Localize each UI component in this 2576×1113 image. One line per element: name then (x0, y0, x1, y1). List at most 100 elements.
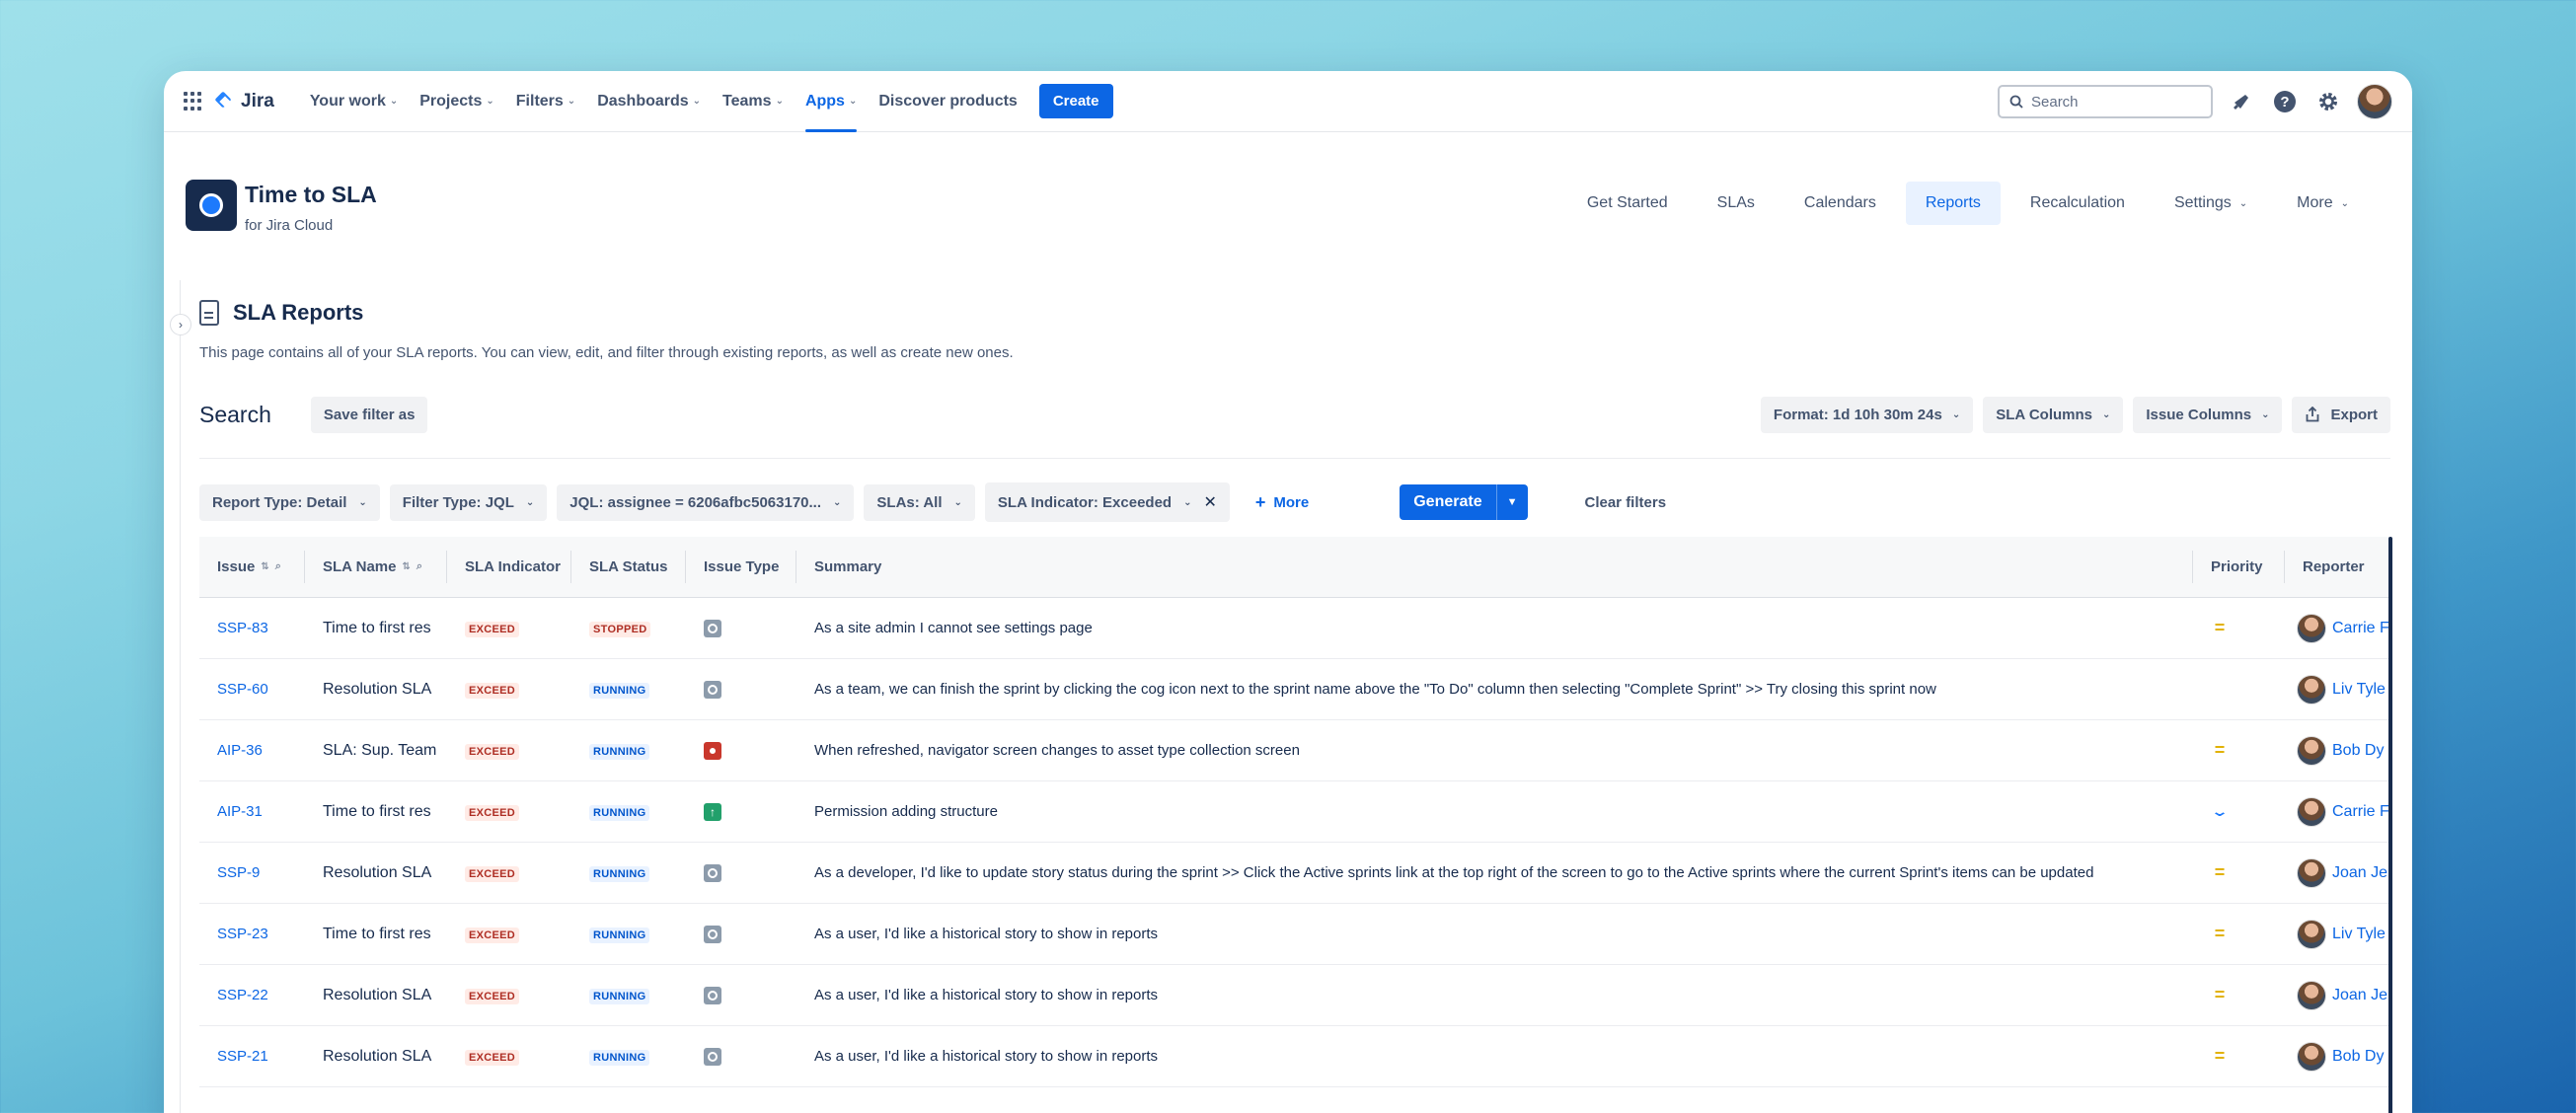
issue-columns-label: Issue Columns (2146, 406, 2252, 423)
table-row[interactable]: SSP-83 Time to first res EXCEED STOPPED As a… (199, 598, 2390, 659)
sla-indicator-filter[interactable]: SLA Indicator: Exceeded ⌄ ✕ (984, 482, 1230, 522)
jql-label: JQL: assignee = 6206afbc5063170... (569, 493, 822, 511)
tab-more[interactable]: More ⌄ (2277, 182, 2369, 225)
issue-key-link[interactable]: SSP-22 (217, 987, 268, 1003)
tab-reports[interactable]: Reports (1905, 182, 2001, 225)
sort-icon[interactable]: ⇅ (402, 561, 410, 572)
jira-logo[interactable]: Jira (215, 91, 274, 112)
global-search-input[interactable]: Search (1998, 85, 2213, 118)
nav-item-dashboards[interactable]: Dashboards ⌄ (597, 71, 701, 132)
slas-filter[interactable]: SLAs: All ⌄ (864, 483, 975, 521)
reporter[interactable]: Bob Dy (2297, 735, 2390, 766)
issue-key-link[interactable]: SSP-21 (217, 1048, 268, 1065)
horizontal-scrollbar[interactable] (2388, 537, 2392, 1113)
column-header-issue[interactable]: Issue ⇅ ⌕ (199, 537, 305, 597)
sort-icon[interactable]: ⇅ (261, 561, 268, 572)
sla-columns-dropdown[interactable]: SLA Columns ⌄ (1983, 396, 2124, 433)
nav-item-filters[interactable]: Filters ⌄ (516, 71, 575, 132)
format-dropdown[interactable]: Format: 1d 10h 30m 24s ⌄ (1760, 396, 1974, 433)
search-icon[interactable]: ⌕ (275, 560, 281, 573)
sla-status-cell: RUNNING (571, 864, 686, 882)
app-switcher-icon[interactable] (184, 91, 203, 111)
issue-key-link[interactable]: SSP-83 (217, 620, 268, 636)
divider (199, 458, 2390, 459)
table-row[interactable]: SSP-22 Resolution SLA EXCEED RUNNING As a us… (199, 965, 2390, 1026)
task-icon (704, 925, 721, 943)
tab-calendars[interactable]: Calendars (1784, 182, 1896, 225)
reporter[interactable]: Bob Dy (2297, 1041, 2390, 1072)
chevron-down-icon: ⌄ (486, 96, 494, 107)
top-navigation: Jira Your work ⌄ Projects ⌄ Filters ⌄ Dashboar… (164, 71, 2412, 132)
table-row[interactable]: AIP-31 Time to first res EXCEED RUNNING ↑ Per… (199, 781, 2390, 843)
reporter[interactable]: Joan Je (2297, 980, 2390, 1010)
column-header-sla-name[interactable]: SLA Name ⇅ ⌕ (305, 537, 447, 597)
nav-item-apps[interactable]: Apps ⌄ (804, 71, 858, 132)
report-type-filter[interactable]: Report Type: Detail ⌄ (199, 483, 380, 521)
filter-type-filter[interactable]: Filter Type: JQL ⌄ (389, 483, 548, 521)
time-to-sla-logo-icon (186, 180, 237, 231)
expand-sidebar-button[interactable]: › (170, 314, 191, 335)
avatar (2297, 613, 2326, 643)
export-button[interactable]: Export (2292, 396, 2390, 433)
create-button[interactable]: Create (1038, 84, 1113, 118)
sla-name-cell: Resolution SLA (305, 681, 447, 699)
tab-settings[interactable]: Settings ⌄ (2155, 182, 2267, 225)
jql-filter[interactable]: JQL: assignee = 6206afbc5063170... ⌄ (557, 483, 855, 521)
save-filter-button[interactable]: Save filter as (310, 396, 428, 433)
generate-button[interactable]: Generate ▼ (1400, 484, 1528, 520)
sla-columns-label: SLA Columns (1996, 406, 2092, 423)
issue-key-link[interactable]: SSP-9 (217, 864, 260, 881)
nav-item-projects[interactable]: Projects ⌄ (419, 71, 494, 132)
reporter[interactable]: Carrie F (2297, 796, 2390, 827)
sla-status-cell: RUNNING (571, 681, 686, 699)
tab-get-started[interactable]: Get Started (1567, 182, 1688, 225)
priority-cell: = (2193, 1046, 2285, 1067)
summary-cell: Permission adding structure (796, 803, 2193, 820)
sla-name: SLA: Sup. Team (323, 741, 437, 759)
megaphone-icon[interactable] (2227, 87, 2256, 116)
table-row[interactable]: SSP-60 Resolution SLA EXCEED RUNNING As a te… (199, 659, 2390, 720)
reporter[interactable]: Liv Tyle (2297, 674, 2390, 705)
help-icon[interactable]: ? (2270, 87, 2300, 116)
priority-cell: = (2193, 740, 2285, 761)
reporter[interactable]: Carrie F (2297, 613, 2390, 643)
table-row[interactable]: SSP-9 Resolution SLA EXCEED RUNNING As a dev… (199, 843, 2390, 904)
chevron-down-icon[interactable]: ▼ (1495, 484, 1528, 520)
reporter-name: Bob Dy (2332, 1047, 2385, 1065)
chevron-down-icon: ⌄ (358, 496, 367, 508)
app-header: Time to SLA for Jira Cloud Get Started SL… (164, 132, 2412, 270)
chevron-down-icon: ⌄ (2340, 197, 2349, 209)
reporter[interactable]: Liv Tyle (2297, 919, 2390, 949)
tab-slas[interactable]: SLAs (1698, 182, 1775, 225)
reporter-name: Joan Je (2332, 986, 2388, 1003)
priority-cell: = (2193, 924, 2285, 944)
tab-recalculation[interactable]: Recalculation (2010, 182, 2145, 225)
issue-key-link[interactable]: AIP-36 (217, 742, 263, 759)
task-icon (704, 986, 721, 1004)
reporter[interactable]: Joan Je (2297, 857, 2390, 888)
table-row[interactable]: AIP-36 SLA: Sup. Team EXCEED RUNNING When re… (199, 720, 2390, 781)
user-avatar[interactable] (2357, 84, 2392, 119)
issue-key-link[interactable]: SSP-23 (217, 926, 268, 942)
task-icon (704, 1047, 721, 1066)
issue-key-link[interactable]: AIP-31 (217, 803, 263, 820)
sla-name: Resolution SLA (323, 680, 432, 698)
summary-cell: When refreshed, navigator screen changes… (796, 742, 2193, 759)
clear-filters-button[interactable]: Clear filters (1585, 494, 1667, 511)
export-label: Export (2330, 406, 2378, 423)
tab-label: More (2297, 194, 2333, 211)
nav-item-your-work[interactable]: Your work ⌄ (310, 71, 398, 132)
more-filters-button[interactable]: + More (1240, 492, 1325, 513)
nav-item-discover-products[interactable]: Discover products (878, 71, 1017, 132)
close-icon[interactable]: ✕ (1203, 492, 1216, 512)
gear-icon[interactable] (2313, 87, 2343, 116)
column-header-label: Priority (2211, 558, 2263, 575)
nav-right: Search ? (1998, 84, 2392, 119)
issue-key-link[interactable]: SSP-60 (217, 681, 268, 698)
nav-item-teams[interactable]: Teams ⌄ (722, 71, 784, 132)
table-row[interactable]: SSP-23 Time to first res EXCEED RUNNING As a… (199, 904, 2390, 965)
table-row[interactable]: SSP-21 Resolution SLA EXCEED RUNNING As a us… (199, 1026, 2390, 1087)
search-icon[interactable]: ⌕ (417, 560, 422, 573)
issue-columns-dropdown[interactable]: Issue Columns ⌄ (2133, 396, 2283, 433)
sla-indicator-lozenge: EXCEED (465, 682, 520, 699)
